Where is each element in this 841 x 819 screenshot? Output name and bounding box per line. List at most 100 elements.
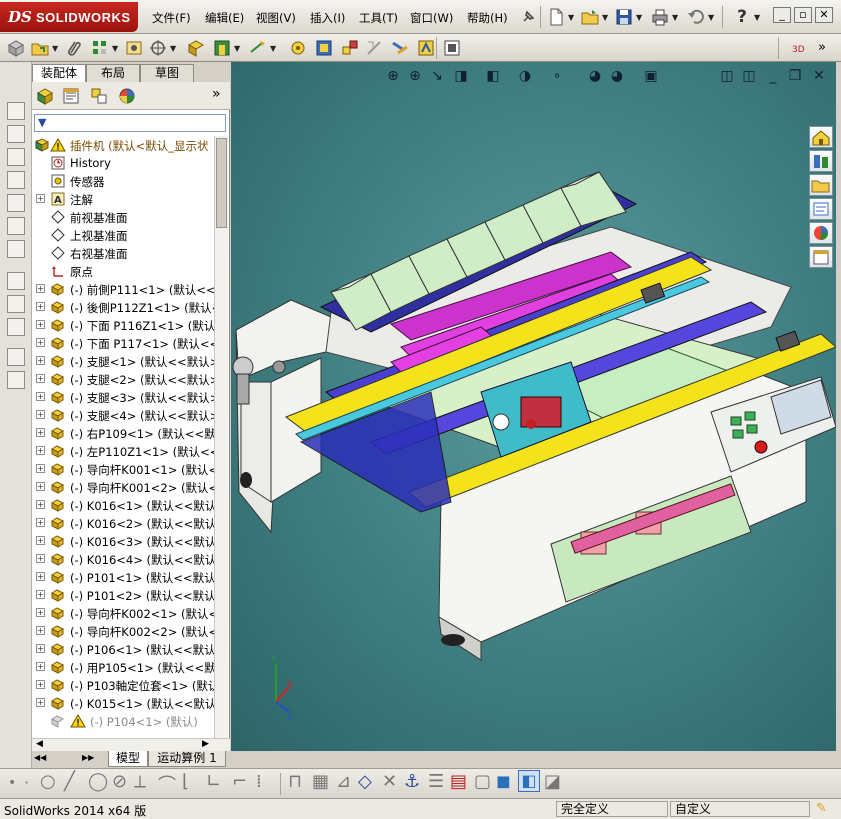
view-cube-icon[interactable] [7, 240, 25, 258]
linear-pattern-icon[interactable] [90, 38, 110, 58]
tab-layout[interactable]: 布局 [86, 64, 140, 82]
3d-sketch-icon[interactable]: 3D [790, 38, 810, 58]
chevron-down-icon[interactable]: ▼ [568, 13, 574, 22]
undo-icon[interactable] [686, 7, 706, 27]
line-icon[interactable]: ╱ [64, 771, 75, 792]
view-cube-icon[interactable] [7, 102, 25, 120]
smart-dimension-icon[interactable]: ◇ [358, 771, 372, 792]
configuration-manager-icon[interactable] [89, 86, 109, 106]
expand-toggle-icon[interactable]: + [36, 302, 45, 311]
tree-item[interactable]: + (-) K015<1> (默认<<默认>_ [32, 694, 214, 712]
expand-toggle-icon[interactable]: + [36, 356, 45, 365]
circle-icon[interactable]: ◯ [88, 771, 108, 792]
open-folder-icon[interactable] [580, 7, 600, 27]
menu-item[interactable]: 编辑(E) [205, 10, 244, 26]
toolbar-overflow-icon[interactable]: » [818, 40, 826, 55]
mate-paperclip-icon[interactable] [64, 38, 84, 58]
fillet-icon[interactable]: ⌒ [158, 771, 176, 797]
tree-item[interactable]: 上视基准面 [32, 226, 214, 244]
expand-toggle-icon[interactable]: + [36, 482, 45, 491]
new-document-icon[interactable] [546, 7, 566, 27]
tab-sketch[interactable]: 草图 [140, 64, 194, 82]
tree-item[interactable]: + (-) 後側P112Z1<1> (默认<< [32, 298, 214, 316]
offset-icon[interactable]: ⌊ [182, 771, 189, 792]
expand-toggle-icon[interactable]: + [36, 590, 45, 599]
insert-component-icon[interactable] [30, 38, 50, 58]
save-icon[interactable] [614, 7, 634, 27]
tree-item[interactable]: + (-) P106<1> (默认<<默认>_ [32, 640, 214, 658]
expand-toggle-icon[interactable]: + [36, 374, 45, 383]
home-icon[interactable] [809, 126, 833, 148]
point-icon[interactable]: · [24, 773, 29, 792]
tree-vertical-scrollbar[interactable] [214, 136, 228, 740]
repair-sketch-icon[interactable]: ☰ [428, 771, 444, 792]
assembly-component-icon[interactable] [6, 38, 26, 58]
close-icon[interactable]: ✕ [815, 7, 833, 23]
tab-model[interactable]: 模型 [108, 751, 148, 767]
solidworks-logo[interactable]: DS SOLIDWORKS [0, 2, 138, 32]
mirror-icon[interactable]: ⊿ [336, 771, 351, 792]
menu-item[interactable]: 文件(F) [152, 10, 191, 26]
sketch-tool-icon[interactable] [7, 295, 25, 313]
tree-item[interactable]: + (-) 导向杆K001<2> (默认<< [32, 478, 214, 496]
chevron-down-icon[interactable]: ▼ [636, 13, 642, 22]
tab-scroll-right-icon[interactable]: ▶▶ [82, 753, 94, 762]
expand-toggle-icon[interactable]: + [36, 662, 45, 671]
assembly-features-icon[interactable] [212, 38, 232, 58]
tree-item[interactable]: + (-) P101<2> (默认<<默认>_ [32, 586, 214, 604]
file-explorer-icon[interactable] [809, 174, 833, 196]
view-cube-icon[interactable] [7, 171, 25, 189]
tree-item[interactable]: + (-) 下面 P117<1> (默认<<默 [32, 334, 214, 352]
menu-item[interactable]: 窗口(W) [410, 10, 453, 26]
chevron-down-icon[interactable]: ▼ [602, 13, 608, 22]
layer-icon[interactable] [7, 348, 25, 366]
trim-icon[interactable]: ∟ [206, 771, 221, 792]
display-relations-icon[interactable]: ⚓ [404, 771, 420, 792]
tree-item[interactable]: + (-) 支腿<1> (默认<<默认>_ [32, 352, 214, 370]
tree-item[interactable]: 右视基准面 [32, 244, 214, 262]
tree-item[interactable]: (-) P104<1> (默认) [32, 712, 214, 730]
tree-item[interactable]: + (-) 支腿<4> (默认<<默认>_ [32, 406, 214, 424]
tree-item[interactable]: + (-) K016<3> (默认<<默认>_ [32, 532, 214, 550]
restore-icon[interactable]: ▫ [794, 7, 812, 23]
chevron-down-icon[interactable]: ▼ [672, 13, 678, 22]
tree-item[interactable]: + (-) 导向杆K001<1> (默认<< [32, 460, 214, 478]
custom-properties-icon[interactable] [809, 246, 833, 268]
expand-toggle-icon[interactable]: + [36, 500, 45, 509]
tree-item[interactable]: + (-) K016<4> (默认<<默认>_ [32, 550, 214, 568]
bill-of-materials-icon[interactable] [314, 38, 334, 58]
menu-item[interactable]: 帮助(H) [467, 10, 508, 26]
appearances-scenes-icon[interactable] [809, 222, 833, 244]
design-library-icon[interactable] [809, 150, 833, 172]
tree-item[interactable]: + (-) 下面 P116Z1<1> (默认<< [32, 316, 214, 334]
expand-toggle-icon[interactable]: + [36, 518, 45, 527]
circle-icon[interactable]: ○ [40, 771, 56, 792]
expand-toggle-icon[interactable]: + [36, 446, 45, 455]
centerline-icon[interactable]: ⊘ [112, 771, 127, 792]
tree-item[interactable]: + (-) 导向杆K002<1> (默认<< [32, 604, 214, 622]
view-palette-icon[interactable] [809, 198, 833, 220]
tree-root-assembly[interactable]: -插件机 (默认<默认_显示状 [32, 136, 214, 154]
pin-icon[interactable] [518, 7, 538, 27]
tree-item[interactable]: + (-) P101<1> (默认<<默认>_ [32, 568, 214, 586]
explode-line-sketch-icon[interactable] [364, 38, 384, 58]
tree-item[interactable]: + (-) 前側P111<1> (默认<<默 [32, 280, 214, 298]
tab-assembly[interactable]: 装配体 [32, 64, 86, 82]
grid-icon[interactable]: ▦ [312, 771, 329, 792]
sketch-tool-icon[interactable] [7, 272, 25, 290]
unit-system-status[interactable]: 自定义 [670, 801, 810, 817]
tree-item[interactable]: + A 注解 [32, 190, 214, 208]
move-component-icon[interactable] [148, 38, 168, 58]
display-manager-icon[interactable] [117, 86, 137, 106]
view-cube-icon[interactable] [7, 194, 25, 212]
expand-toggle-icon[interactable]: + [36, 428, 45, 437]
tree-horizontal-scrollbar[interactable]: ◀ ▶ [32, 738, 230, 752]
funnel-icon[interactable]: ▼ [38, 116, 46, 129]
menu-item[interactable]: 插入(I) [310, 10, 345, 26]
expand-toggle-icon[interactable]: + [36, 338, 45, 347]
tree-item[interactable]: 前视基准面 [32, 208, 214, 226]
expand-toggle-icon[interactable]: + [36, 608, 45, 617]
interference-detection-icon[interactable] [390, 38, 410, 58]
chevron-down-icon[interactable]: ▼ [112, 44, 118, 53]
expand-toggle-icon[interactable]: + [36, 410, 45, 419]
